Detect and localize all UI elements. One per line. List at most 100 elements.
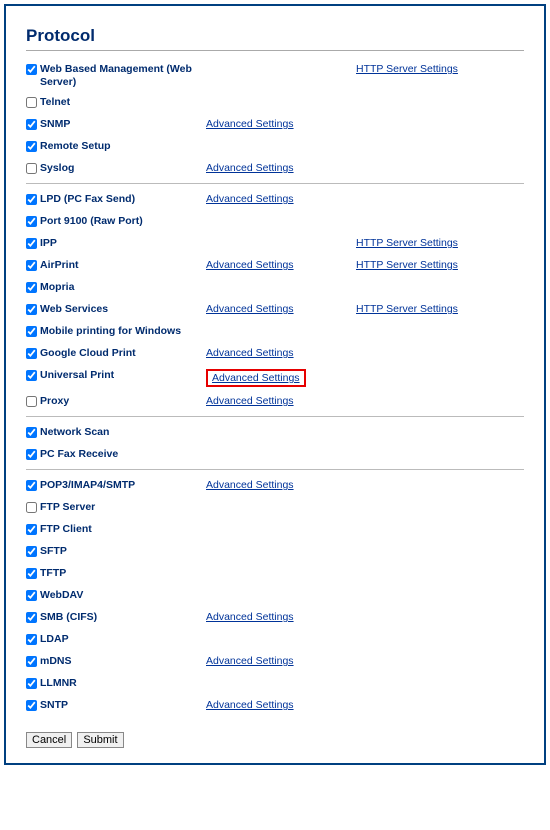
advanced-settings-link-lpd[interactable]: Advanced Settings — [206, 193, 294, 205]
protocol-row-tftp: TFTP — [26, 563, 524, 585]
advanced-settings-link-airprint[interactable]: Advanced Settings — [206, 259, 294, 271]
label-network-scan: Network Scan — [40, 426, 109, 439]
label-tftp: TFTP — [40, 567, 66, 580]
protocol-row-port9100: Port 9100 (Raw Port) — [26, 211, 524, 233]
label-snmp: SNMP — [40, 118, 70, 131]
protocol-row-syslog: Syslog Advanced Settings — [26, 158, 524, 180]
title-divider — [26, 50, 524, 51]
label-remote-setup: Remote Setup — [40, 140, 111, 153]
protocol-row-mopria: Mopria — [26, 277, 524, 299]
checkbox-sntp[interactable] — [26, 700, 37, 711]
checkbox-web-services[interactable] — [26, 304, 37, 315]
label-universal-print: Universal Print — [40, 369, 114, 382]
label-lpd: LPD (PC Fax Send) — [40, 193, 135, 206]
label-sntp: SNTP — [40, 699, 68, 712]
checkbox-ftp-server[interactable] — [26, 502, 37, 513]
protocol-row-universal-print: Universal Print Advanced Settings — [26, 365, 524, 391]
protocol-row-pop3-imap-smtp: POP3/IMAP4/SMTP Advanced Settings — [26, 475, 524, 497]
advanced-settings-link-syslog[interactable]: Advanced Settings — [206, 162, 294, 174]
advanced-settings-link-universal-print[interactable]: Advanced Settings — [212, 372, 300, 384]
advanced-settings-link-mdns[interactable]: Advanced Settings — [206, 655, 294, 667]
checkbox-snmp[interactable] — [26, 119, 37, 130]
protocol-row-web-based-mgmt: Web Based Management (Web Server) HTTP Se… — [26, 59, 524, 92]
checkbox-remote-setup[interactable] — [26, 141, 37, 152]
advanced-settings-link-pop3-imap-smtp[interactable]: Advanced Settings — [206, 479, 294, 491]
highlight-box: Advanced Settings — [206, 369, 306, 387]
advanced-settings-link-proxy[interactable]: Advanced Settings — [206, 395, 294, 407]
checkbox-ldap[interactable] — [26, 634, 37, 645]
label-sftp: SFTP — [40, 545, 67, 558]
checkbox-ipp[interactable] — [26, 238, 37, 249]
protocol-row-google-cloud: Google Cloud Print Advanced Settings — [26, 343, 524, 365]
checkbox-pc-fax-receive[interactable] — [26, 449, 37, 460]
page-title: Protocol — [26, 26, 524, 46]
checkbox-web-based-mgmt[interactable] — [26, 64, 37, 75]
checkbox-ftp-client[interactable] — [26, 524, 37, 535]
protocol-row-webdav: WebDAV — [26, 585, 524, 607]
checkbox-mopria[interactable] — [26, 282, 37, 293]
protocol-row-smb-cifs: SMB (CIFS)Advanced Settings — [26, 607, 524, 629]
label-llmnr: LLMNR — [40, 677, 77, 690]
advanced-settings-link-sntp[interactable]: Advanced Settings — [206, 699, 294, 711]
advanced-settings-link-google-cloud[interactable]: Advanced Settings — [206, 347, 294, 359]
checkbox-google-cloud[interactable] — [26, 348, 37, 359]
advanced-settings-link-web-services[interactable]: Advanced Settings — [206, 303, 294, 315]
label-web-based-mgmt: Web Based Management (Web Server) — [40, 63, 206, 88]
label-web-services: Web Services — [40, 303, 108, 316]
checkbox-smb-cifs[interactable] — [26, 612, 37, 623]
protocol-row-sntp: SNTP Advanced Settings — [26, 695, 524, 717]
button-bar: Cancel Submit — [26, 732, 524, 748]
label-pc-fax-receive: PC Fax Receive — [40, 448, 118, 461]
label-ftp-server: FTP Server — [40, 501, 95, 514]
protocol-row-pc-fax-receive: PC Fax Receive — [26, 444, 524, 466]
checkbox-proxy[interactable] — [26, 396, 37, 407]
protocol-row-snmp: SNMP Advanced Settings — [26, 114, 524, 136]
checkbox-syslog[interactable] — [26, 163, 37, 174]
checkbox-universal-print[interactable] — [26, 370, 37, 381]
checkbox-mdns[interactable] — [26, 656, 37, 667]
protocol-row-telnet: Telnet — [26, 92, 524, 114]
submit-button[interactable]: Submit — [77, 732, 123, 748]
label-airprint: AirPrint — [40, 259, 79, 272]
checkbox-port9100[interactable] — [26, 216, 37, 227]
checkbox-telnet[interactable] — [26, 97, 37, 108]
advanced-settings-link-smb-cifs[interactable]: Advanced Settings — [206, 611, 294, 623]
checkbox-sftp[interactable] — [26, 546, 37, 557]
protocol-row-remote-setup: Remote Setup — [26, 136, 524, 158]
protocol-row-mdns: mDNS Advanced Settings — [26, 651, 524, 673]
http-server-settings-link-web-services[interactable]: HTTP Server Settings — [356, 303, 458, 315]
section-divider — [26, 469, 524, 470]
checkbox-airprint[interactable] — [26, 260, 37, 271]
label-google-cloud: Google Cloud Print — [40, 347, 136, 360]
advanced-settings-link-snmp[interactable]: Advanced Settings — [206, 118, 294, 130]
label-syslog: Syslog — [40, 162, 74, 175]
protocol-row-ipp: IPP HTTP Server Settings — [26, 233, 524, 255]
http-server-settings-link-web-based-mgmt[interactable]: HTTP Server Settings — [356, 63, 458, 75]
protocol-row-network-scan: Network Scan — [26, 422, 524, 444]
label-webdav: WebDAV — [40, 589, 83, 602]
http-server-settings-link-ipp[interactable]: HTTP Server Settings — [356, 237, 458, 249]
label-pop3-imap-smtp: POP3/IMAP4/SMTP — [40, 479, 135, 492]
checkbox-mobile-printing[interactable] — [26, 326, 37, 337]
protocol-row-web-services: Web Services Advanced Settings HTTP Server… — [26, 299, 524, 321]
label-mdns: mDNS — [40, 655, 72, 668]
protocol-row-sftp: SFTP — [26, 541, 524, 563]
protocol-row-mobile-printing: Mobile printing for Windows — [26, 321, 524, 343]
http-server-settings-link-airprint[interactable]: HTTP Server Settings — [356, 259, 458, 271]
label-mobile-printing: Mobile printing for Windows — [40, 325, 181, 338]
label-port9100: Port 9100 (Raw Port) — [40, 215, 143, 228]
protocol-row-proxy: Proxy Advanced Settings — [26, 391, 524, 413]
label-proxy: Proxy — [40, 395, 69, 408]
cancel-button[interactable]: Cancel — [26, 732, 72, 748]
checkbox-tftp[interactable] — [26, 568, 37, 579]
checkbox-lpd[interactable] — [26, 194, 37, 205]
protocol-row-llmnr: LLMNR — [26, 673, 524, 695]
checkbox-network-scan[interactable] — [26, 427, 37, 438]
checkbox-llmnr[interactable] — [26, 678, 37, 689]
protocol-row-airprint: AirPrint Advanced Settings HTTP Server Set… — [26, 255, 524, 277]
checkbox-pop3-imap-smtp[interactable] — [26, 480, 37, 491]
section-divider — [26, 416, 524, 417]
label-ipp: IPP — [40, 237, 57, 250]
checkbox-webdav[interactable] — [26, 590, 37, 601]
label-telnet: Telnet — [40, 96, 70, 109]
